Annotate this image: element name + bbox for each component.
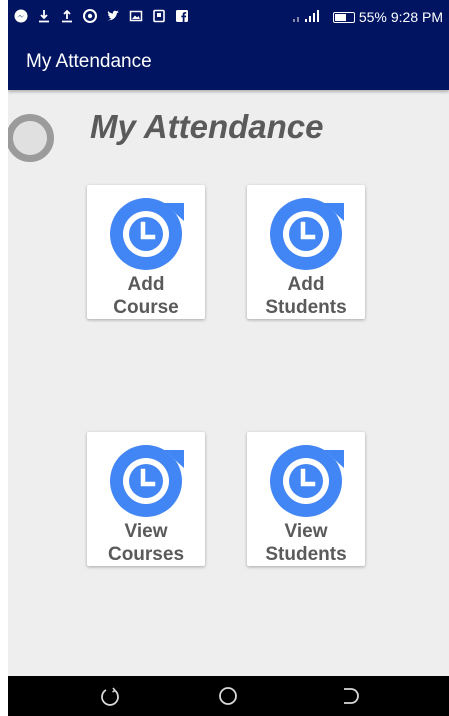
signal-icon [292,9,329,25]
gallery-icon [129,9,143,23]
tile-label: View Students [265,521,347,565]
tile-label: View Courses [107,521,185,565]
app-bar: My Attendance [8,34,449,90]
view-courses-button[interactable]: View Courses [87,432,205,566]
clock-refresh-icon [270,445,348,517]
add-students-button[interactable]: Add Students [247,185,365,319]
upload-icon [60,9,74,23]
notification-icon [152,9,166,23]
app-screen: 55% 9:28 PM My Attendance My Attendance … [8,0,449,716]
chrome-icon [83,9,97,23]
twitter-icon [106,9,120,23]
clock-refresh-icon [110,198,188,270]
notification-icons [14,9,189,23]
recents-icon[interactable] [98,684,122,708]
radio-button[interactable] [8,114,54,162]
battery-percent: 55% [358,9,387,25]
view-students-button[interactable]: View Students [247,432,365,566]
system-nav-bar [8,676,449,716]
clock-refresh-icon [110,445,188,517]
tile-label: Add Course [113,274,179,318]
home-icon[interactable] [216,684,240,708]
clock-refresh-icon [270,198,348,270]
facebook-icon [175,9,189,23]
app-bar-title: My Attendance [26,51,152,72]
back-icon[interactable] [338,684,362,708]
download-icon [37,9,51,23]
page-title: My Attendance [90,108,324,145]
battery-icon [332,11,355,23]
messenger-icon [14,9,28,23]
tile-label: Add Students [265,274,347,318]
add-course-button[interactable]: Add Course [87,185,205,319]
status-bar: 55% 9:28 PM [8,0,449,34]
system-status: 55% 9:28 PM [292,9,443,25]
clock: 9:28 PM [390,9,443,25]
